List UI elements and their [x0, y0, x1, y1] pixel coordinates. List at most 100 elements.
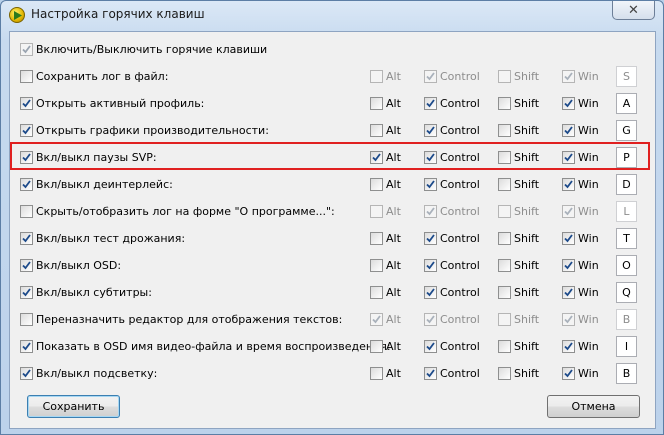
dialog-window: Настройка горячих клавиш ✕ Включить/Выкл… — [0, 0, 664, 435]
hotkey-row: Сохранить лог в файл: Alt Control Shift Win S — [10, 66, 655, 88]
hotkey-key-field[interactable]: G — [616, 120, 637, 141]
win-modifier-checkbox[interactable] — [562, 286, 575, 299]
win-modifier-checkbox[interactable] — [562, 313, 575, 326]
shift-modifier-checkbox[interactable] — [498, 205, 511, 218]
win-modifier-label: Win — [578, 178, 599, 191]
master-toggle-checkbox[interactable] — [20, 43, 33, 56]
shift-modifier-checkbox[interactable] — [498, 340, 511, 353]
alt-modifier-checkbox[interactable] — [370, 151, 383, 164]
hotkey-row: Вкл/выкл паузы SVP: Alt Control Shift Win P — [10, 147, 655, 169]
shift-modifier-checkbox[interactable] — [498, 232, 511, 245]
win-modifier-checkbox[interactable] — [562, 70, 575, 83]
win-modifier-checkbox[interactable] — [562, 124, 575, 137]
hotkey-enable-checkbox[interactable] — [20, 205, 33, 218]
alt-modifier-checkbox[interactable] — [370, 286, 383, 299]
shift-modifier-label: Shift — [514, 286, 540, 299]
control-modifier-checkbox[interactable] — [424, 259, 437, 272]
alt-modifier-checkbox[interactable] — [370, 97, 383, 110]
control-modifier-checkbox[interactable] — [424, 313, 437, 326]
shift-modifier-checkbox[interactable] — [498, 286, 511, 299]
shift-modifier-checkbox[interactable] — [498, 124, 511, 137]
win-modifier-checkbox[interactable] — [562, 340, 575, 353]
hotkey-enable-checkbox[interactable] — [20, 70, 33, 83]
hotkey-enable-checkbox[interactable] — [20, 124, 33, 137]
master-toggle-label: Включить/Выключить горячие клавиши — [36, 43, 268, 56]
hotkey-label: Вкл/выкл подсветку: — [36, 367, 158, 380]
hotkey-label: Открыть графики производительности: — [36, 124, 269, 137]
control-modifier-label: Control — [440, 151, 480, 164]
shift-modifier-checkbox[interactable] — [498, 97, 511, 110]
hotkey-enable-checkbox[interactable] — [20, 340, 33, 353]
win-modifier-checkbox[interactable] — [562, 178, 575, 191]
control-modifier-label: Control — [440, 259, 480, 272]
hotkey-enable-checkbox[interactable] — [20, 286, 33, 299]
master-toggle-row: Включить/Выключить горячие клавиши — [10, 41, 655, 61]
hotkey-key-field[interactable]: P — [616, 147, 637, 168]
hotkey-label: Вкл/выкл OSD: — [36, 259, 122, 272]
control-modifier-checkbox[interactable] — [424, 286, 437, 299]
shift-modifier-checkbox[interactable] — [498, 259, 511, 272]
shift-modifier-checkbox[interactable] — [498, 151, 511, 164]
save-button[interactable]: Сохранить — [27, 395, 120, 418]
alt-modifier-label: Alt — [386, 340, 401, 353]
control-modifier-label: Control — [440, 313, 480, 326]
alt-modifier-label: Alt — [386, 286, 401, 299]
hotkey-enable-checkbox[interactable] — [20, 313, 33, 326]
control-modifier-label: Control — [440, 70, 480, 83]
hotkey-enable-checkbox[interactable] — [20, 259, 33, 272]
alt-modifier-checkbox[interactable] — [370, 178, 383, 191]
hotkey-key-field[interactable]: S — [616, 66, 637, 87]
control-modifier-checkbox[interactable] — [424, 205, 437, 218]
hotkey-key-field[interactable]: T — [616, 228, 637, 249]
shift-modifier-checkbox[interactable] — [498, 70, 511, 83]
hotkey-key-field[interactable]: B — [616, 309, 637, 330]
win-modifier-checkbox[interactable] — [562, 367, 575, 380]
control-modifier-checkbox[interactable] — [424, 340, 437, 353]
hotkey-label: Сохранить лог в файл: — [36, 70, 169, 83]
control-modifier-checkbox[interactable] — [424, 70, 437, 83]
shift-modifier-checkbox[interactable] — [498, 367, 511, 380]
alt-modifier-checkbox[interactable] — [370, 367, 383, 380]
shift-modifier-checkbox[interactable] — [498, 178, 511, 191]
close-button[interactable]: ✕ — [612, 1, 655, 20]
hotkey-row: Показать в OSD имя видео-файла и время в… — [10, 336, 655, 358]
hotkey-enable-checkbox[interactable] — [20, 178, 33, 191]
hotkey-enable-checkbox[interactable] — [20, 97, 33, 110]
win-modifier-checkbox[interactable] — [562, 151, 575, 164]
title-bar[interactable]: Настройка горячих клавиш ✕ — [1, 1, 663, 29]
alt-modifier-checkbox[interactable] — [370, 259, 383, 272]
cancel-button[interactable]: Отмена — [547, 395, 640, 418]
hotkey-key-field[interactable]: B — [616, 363, 637, 384]
control-modifier-checkbox[interactable] — [424, 232, 437, 245]
hotkey-key-field[interactable]: A — [616, 93, 637, 114]
alt-modifier-checkbox[interactable] — [370, 232, 383, 245]
alt-modifier-label: Alt — [386, 124, 401, 137]
close-icon: ✕ — [628, 2, 639, 18]
shift-modifier-checkbox[interactable] — [498, 313, 511, 326]
alt-modifier-checkbox[interactable] — [370, 205, 383, 218]
hotkey-enable-checkbox[interactable] — [20, 232, 33, 245]
hotkey-key-field[interactable]: O — [616, 255, 637, 276]
control-modifier-checkbox[interactable] — [424, 151, 437, 164]
hotkey-row: Вкл/выкл субтитры: Alt Control Shift Win Q — [10, 282, 655, 304]
win-modifier-label: Win — [578, 313, 599, 326]
alt-modifier-checkbox[interactable] — [370, 70, 383, 83]
win-modifier-checkbox[interactable] — [562, 259, 575, 272]
win-modifier-checkbox[interactable] — [562, 205, 575, 218]
win-modifier-checkbox[interactable] — [562, 232, 575, 245]
alt-modifier-checkbox[interactable] — [370, 124, 383, 137]
hotkey-enable-checkbox[interactable] — [20, 367, 33, 380]
hotkey-enable-checkbox[interactable] — [20, 151, 33, 164]
control-modifier-checkbox[interactable] — [424, 124, 437, 137]
alt-modifier-checkbox[interactable] — [370, 313, 383, 326]
control-modifier-label: Control — [440, 97, 480, 110]
control-modifier-checkbox[interactable] — [424, 97, 437, 110]
hotkey-key-field[interactable]: L — [616, 201, 637, 222]
control-modifier-checkbox[interactable] — [424, 367, 437, 380]
hotkey-key-field[interactable]: I — [616, 336, 637, 357]
hotkey-key-field[interactable]: D — [616, 174, 637, 195]
alt-modifier-checkbox[interactable] — [370, 340, 383, 353]
control-modifier-checkbox[interactable] — [424, 178, 437, 191]
win-modifier-checkbox[interactable] — [562, 97, 575, 110]
hotkey-key-field[interactable]: Q — [616, 282, 637, 303]
